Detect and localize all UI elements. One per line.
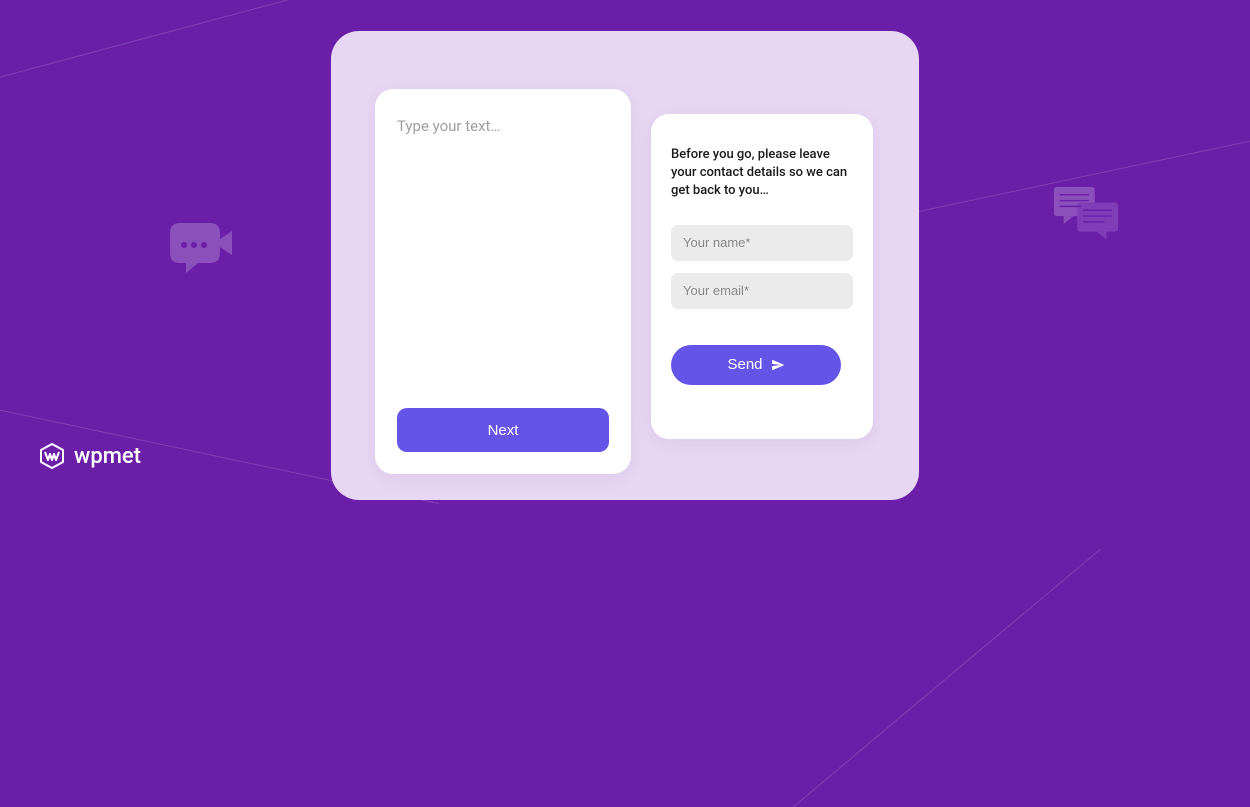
chat-bubbles-icon bbox=[1052, 185, 1120, 243]
send-button[interactable]: Send bbox=[671, 345, 841, 385]
wpmet-logo-text: wpmet bbox=[74, 444, 141, 469]
decorative-line bbox=[793, 549, 1100, 807]
email-field[interactable] bbox=[671, 273, 853, 309]
text-input-card: Type your text… Next bbox=[375, 89, 631, 474]
decorative-line bbox=[830, 0, 1000, 1]
send-icon bbox=[771, 358, 785, 372]
wpmet-logo: wpmet bbox=[38, 442, 141, 470]
next-button[interactable]: Next bbox=[397, 408, 609, 452]
wpmet-logo-icon bbox=[38, 442, 66, 470]
text-input[interactable]: Type your text… bbox=[397, 117, 609, 135]
name-field[interactable] bbox=[671, 225, 853, 261]
contact-form-card: Before you go, please leave your contact… bbox=[651, 114, 873, 439]
next-button-label: Next bbox=[488, 422, 519, 439]
video-chat-icon bbox=[160, 205, 240, 285]
send-button-label: Send bbox=[727, 356, 762, 373]
contact-message: Before you go, please leave your contact… bbox=[671, 146, 853, 201]
main-panel: Type your text… Next Before you go, plea… bbox=[331, 31, 919, 500]
